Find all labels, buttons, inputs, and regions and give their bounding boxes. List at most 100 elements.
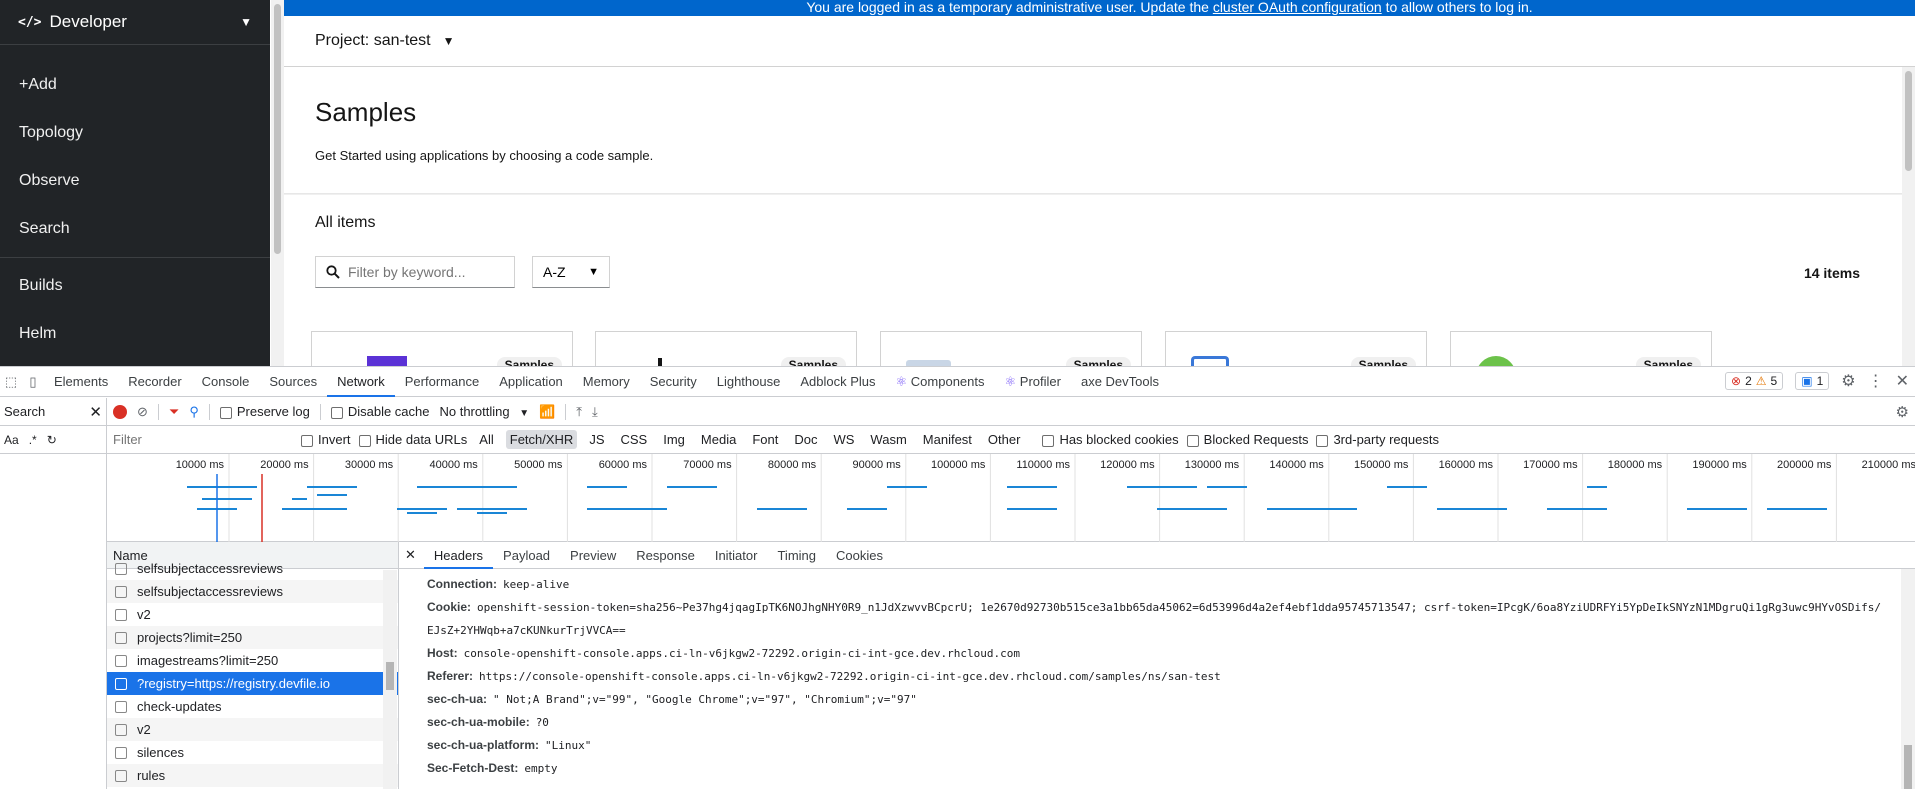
sidebar-item-helm[interactable]: Helm [0,310,270,358]
network-overview-timeline[interactable]: 10000 ms 20000 ms 30000 ms 40000 ms 50000 ms… [107,454,1915,542]
request-row[interactable]: ?registry=https://registry.devfile.io [107,672,398,695]
request-row[interactable]: check-updates [107,695,398,718]
type-filter-css[interactable]: CSS [617,430,652,449]
project-selector[interactable]: Project: san-test ▼ [284,16,1915,67]
header-value[interactable]: console-openshift-console.apps.ci-ln-v6j… [464,647,1020,660]
clear-icon[interactable]: ⊘ [137,404,148,420]
tab-response[interactable]: Response [626,542,705,569]
tab-lighthouse[interactable]: Lighthouse [707,367,791,397]
sidebar-item-topology[interactable]: Topology [0,109,270,157]
header-value[interactable]: ?0 [536,716,549,729]
request-row[interactable]: rules [107,764,398,787]
request-row[interactable]: selfsubjectaccessreviews [107,580,398,603]
type-filter-media[interactable]: Media [697,430,740,449]
disable-cache-checkbox[interactable]: Disable cache [330,404,429,419]
gear-icon[interactable]: ⚙ [1841,371,1855,391]
tab-profiler[interactable]: ⚛ Profiler [995,367,1071,397]
blocked-requests-checkbox[interactable]: Blocked Requests [1186,432,1308,447]
hide-data-urls-checkbox[interactable]: Hide data URLs [358,432,467,447]
sample-card[interactable]: Samples [880,331,1142,366]
header-value[interactable]: "Linux" [545,739,591,752]
tab-initiator[interactable]: Initiator [705,542,768,569]
import-har-icon[interactable]: ⤒ [576,404,582,420]
header-value[interactable]: empty [524,762,557,775]
sidebar-item-observe[interactable]: Observe [0,157,270,205]
sidebar-scrollbar[interactable] [271,0,284,366]
throttling-select[interactable]: No throttling ▼ [439,404,529,419]
sort-dropdown[interactable]: A-Z ▼ [532,256,610,288]
tab-sources[interactable]: Sources [259,367,327,397]
tab-memory[interactable]: Memory [573,367,640,397]
header-value[interactable]: openshift-session-token=sha256~Pe37hg4jq… [427,601,1881,637]
keyword-filter[interactable] [315,256,515,288]
tab-components[interactable]: ⚛ Components [886,367,995,397]
type-filter-wasm[interactable]: Wasm [866,430,910,449]
request-row[interactable]: v2 [107,718,398,741]
preserve-log-checkbox[interactable]: Preserve log [219,404,310,419]
type-filter-js[interactable]: JS [585,430,608,449]
sample-card[interactable]: Samples [1450,331,1712,366]
sidebar-item-builds[interactable]: Builds [0,262,270,310]
tab-axe-devtools[interactable]: axe DevTools [1071,367,1169,397]
type-filter-all[interactable]: All [475,430,497,449]
type-filter-img[interactable]: Img [659,430,689,449]
oauth-config-link[interactable]: cluster OAuth configuration [1213,0,1382,15]
type-filter-fetch-xhr[interactable]: Fetch/XHR [505,430,578,449]
type-filter-manifest[interactable]: Manifest [919,430,976,449]
tab-elements[interactable]: Elements [44,367,118,397]
regex-toggle[interactable]: .* [29,433,37,447]
type-filter-doc[interactable]: Doc [790,430,821,449]
tab-preview[interactable]: Preview [560,542,626,569]
third-party-requests-checkbox[interactable]: 3rd-party requests [1316,432,1439,447]
refresh-icon[interactable]: ↻ [47,433,57,447]
tab-network[interactable]: Network [327,367,395,397]
sample-card[interactable]: Samples [595,331,857,366]
request-row[interactable]: silences [107,741,398,764]
header-value[interactable]: https://console-openshift-console.apps.c… [479,670,1221,683]
header-value[interactable]: " Not;A Brand";v="99", "Google Chrome";v… [493,693,917,706]
network-filter-input[interactable] [113,429,293,450]
search-icon[interactable]: ⚲ [189,404,199,420]
tab-timing[interactable]: Timing [767,542,826,569]
network-settings-icon[interactable]: ⚙ [1896,403,1909,421]
main-scrollbar[interactable] [1902,67,1915,366]
filter-icon[interactable]: ⏷ [169,404,179,420]
tab-payload[interactable]: Payload [493,542,560,569]
sample-card[interactable]: Samples [1165,331,1427,366]
export-har-icon[interactable]: ⤓ [592,404,598,420]
keyword-filter-input[interactable] [348,264,508,280]
tab-adblock-plus[interactable]: Adblock Plus [790,367,885,397]
sample-card[interactable]: Samples [311,331,573,366]
device-toolbar-icon[interactable]: ▯ [22,374,44,390]
more-options-icon[interactable]: ⋮ [1868,371,1884,391]
sidebar-item-add[interactable]: +Add [0,61,270,109]
close-icon[interactable]: ✕ [89,403,102,421]
tab-headers[interactable]: Headers [423,542,494,569]
tab-console[interactable]: Console [192,367,260,397]
tab-recorder[interactable]: Recorder [118,367,191,397]
type-filter-font[interactable]: Font [748,430,782,449]
tab-performance[interactable]: Performance [395,367,489,397]
match-case-toggle[interactable]: Aa [4,433,19,447]
issues-counter[interactable]: ⊗ 2 ⚠ 5 [1725,372,1784,390]
close-icon[interactable]: ✕ [1896,371,1909,391]
perspective-switcher[interactable]: </> Developer ▼ [0,0,270,45]
request-row[interactable]: selfsubjectaccessreviews [107,557,398,580]
invert-checkbox[interactable]: Invert [301,432,351,447]
messages-counter[interactable]: ▣ 1 [1795,372,1830,390]
close-icon[interactable]: ✕ [405,547,416,563]
tab-application[interactable]: Application [489,367,573,397]
tab-cookies[interactable]: Cookies [826,542,893,569]
request-row[interactable]: projects?limit=250 [107,626,398,649]
request-row[interactable]: v2 [107,603,398,626]
type-filter-other[interactable]: Other [984,430,1025,449]
network-conditions-icon[interactable]: 📶 [539,404,555,420]
details-scrollbar[interactable] [1901,569,1915,789]
header-value[interactable]: keep-alive [503,578,569,591]
tab-security[interactable]: Security [640,367,707,397]
type-filter-ws[interactable]: WS [829,430,858,449]
record-button[interactable] [113,404,127,419]
has-blocked-cookies-checkbox[interactable]: Has blocked cookies [1042,432,1179,447]
request-row[interactable]: imagestreams?limit=250 [107,649,398,672]
sidebar-item-search[interactable]: Search [0,205,270,253]
